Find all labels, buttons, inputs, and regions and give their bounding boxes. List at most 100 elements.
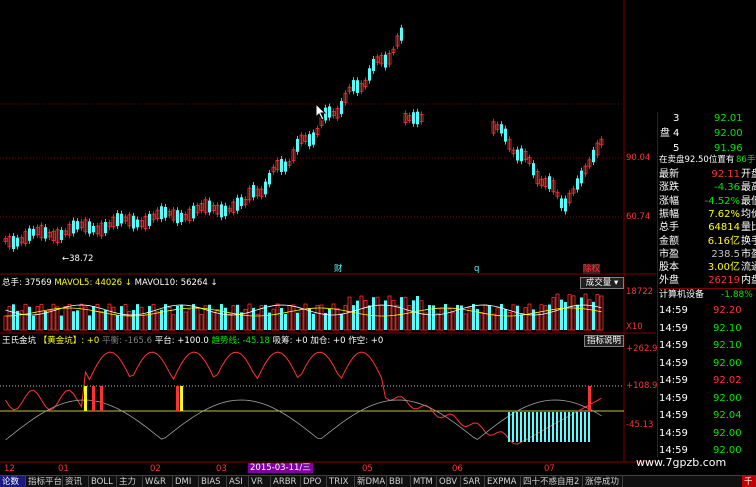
tab-2[interactable]: 资讯 (63, 476, 89, 487)
pit-bar (532, 412, 534, 442)
tick-price: 92.00 (713, 392, 742, 404)
stat-label: 金额 (659, 235, 679, 247)
candle-body (32, 228, 35, 236)
ask-row-label: 3 (673, 113, 680, 124)
volume-bar (199, 314, 204, 331)
tab-17[interactable]: SAR (461, 476, 485, 487)
event-mark-q[interactable]: q (474, 264, 479, 274)
tab-6[interactable]: DMI (173, 476, 199, 487)
event-mark-exright[interactable]: 除权 (583, 264, 601, 274)
tick-row[interactable]: 14:59 92.00 (659, 427, 756, 440)
mavol5-label: MAVOL5 (54, 278, 90, 288)
tab-14[interactable]: BBI (387, 476, 411, 487)
volume-axis-bottom: X10 (626, 322, 643, 332)
tick-price: 92.10 (713, 322, 742, 334)
chevron-down-icon: ▾ (611, 278, 619, 288)
volume-bar (479, 312, 484, 331)
sector-row[interactable]: 计算机设备 -1.88% (659, 288, 756, 301)
signal-bar (180, 386, 183, 411)
tab-16[interactable]: OBV (437, 476, 461, 487)
volume-bar (12, 304, 15, 330)
tab-9[interactable]: VR (249, 476, 271, 487)
volume-bar (527, 303, 532, 331)
tab-7[interactable]: BIAS (199, 476, 227, 487)
tick-price: 92.10 (713, 340, 742, 351)
tab-20[interactable]: 涨停成功 (583, 476, 623, 487)
volume-bar (303, 303, 308, 331)
volume-bar (107, 303, 112, 331)
volume-bar (208, 304, 211, 330)
tick-time: 14:59 (659, 322, 688, 334)
volume-bar (92, 306, 95, 330)
tick-row[interactable]: 14:59 92.04 (659, 409, 756, 422)
volume-bar (412, 300, 415, 330)
event-mark-finance[interactable]: 财 (334, 264, 343, 274)
tick-time: 14:59 (659, 392, 688, 404)
tab-13[interactable]: 新DMA (355, 476, 387, 487)
stat-label-right: 换手 (741, 235, 756, 247)
tick-row[interactable]: 14:59 92.02 (659, 374, 756, 387)
tab-3[interactable]: BOLL (89, 476, 117, 487)
candle-body (592, 149, 595, 163)
indicator-help-button[interactable]: 指标说明 (584, 335, 624, 347)
tab-11[interactable]: DPO (301, 476, 327, 487)
tick-row[interactable]: 14:59 92.10 (659, 322, 756, 335)
volume-bar (220, 304, 223, 330)
volume-header: 总手: 37569 MAVOL5: 44026 ↓ MAVOL10: 56264… (2, 278, 218, 288)
volume-bar (160, 309, 163, 330)
ask-row-4[interactable]: 4 92.00 (659, 127, 756, 140)
tick-row[interactable]: 14:59 92.20 (659, 304, 756, 317)
tick-price: 92.04 (713, 410, 742, 421)
volume-bar (555, 293, 560, 331)
tab-10[interactable]: ARBR (271, 476, 301, 487)
volume-bar (271, 308, 276, 331)
stat-label-right: 开盘 (741, 169, 756, 180)
candle-body (164, 206, 167, 218)
date-axis-3: 03 (216, 464, 227, 474)
stat-label-right: 最低 (741, 195, 756, 207)
candle-body (308, 134, 311, 147)
volume-bar (312, 313, 315, 330)
candle-body (400, 27, 403, 41)
tab-19[interactable]: 四十不惑自用2 (521, 476, 583, 487)
volume-bar (275, 303, 280, 331)
candle-body (520, 148, 523, 162)
pit-bar (536, 412, 538, 442)
tick-row[interactable]: 14:59 92.00 (659, 392, 756, 405)
tick-row[interactable]: 14:59 92.10 (659, 339, 756, 352)
volume-bar (32, 315, 35, 330)
tab-12[interactable]: TRIX (327, 476, 355, 487)
volume-bar (139, 306, 144, 331)
indicator-header: 王氏金坑 【黄金坑】: +0 平衡: -165.6 平台: +100.0 趋势线… (2, 336, 383, 346)
flag-icon[interactable]: 千 (742, 476, 756, 487)
volume-bar (236, 304, 239, 330)
volume-bar (507, 312, 512, 331)
tab-1[interactable]: 指标平台 (26, 476, 63, 487)
volume-bar (548, 304, 551, 330)
candle-body (148, 213, 151, 226)
volume-bar (511, 304, 516, 331)
tab-8[interactable]: ASI (227, 476, 249, 487)
tab-15[interactable]: MTM (411, 476, 437, 487)
tick-row[interactable]: 14:59 92.00 (659, 357, 756, 370)
tab-4[interactable]: 主力 (117, 476, 143, 487)
pit-bar (512, 412, 514, 442)
volume-bar (491, 313, 496, 331)
candle-body (268, 172, 271, 185)
ask-row-3[interactable]: 3 92.01 (659, 112, 756, 125)
tick-time: 14:59 (659, 340, 688, 351)
tab-0[interactable]: 论数 (0, 476, 26, 487)
volume-indicator-dropdown[interactable]: 成交量 ▾ (580, 277, 624, 289)
pit-bar (580, 412, 582, 442)
volume-bar (520, 314, 523, 330)
volume-bar (47, 310, 52, 331)
candle-body (548, 176, 551, 190)
volume-bar (143, 314, 148, 331)
volume-bar (580, 297, 583, 330)
quote-panel: 盘 3 92.01 4 92.00 5 91.96 在卖盘92.50位置有 86… (657, 112, 756, 457)
kline-chart[interactable] (0, 0, 656, 475)
tab-18[interactable]: EXPMA (485, 476, 521, 487)
candle-body (580, 170, 583, 184)
volume-bar (224, 307, 227, 330)
tab-5[interactable]: W&R (143, 476, 173, 487)
